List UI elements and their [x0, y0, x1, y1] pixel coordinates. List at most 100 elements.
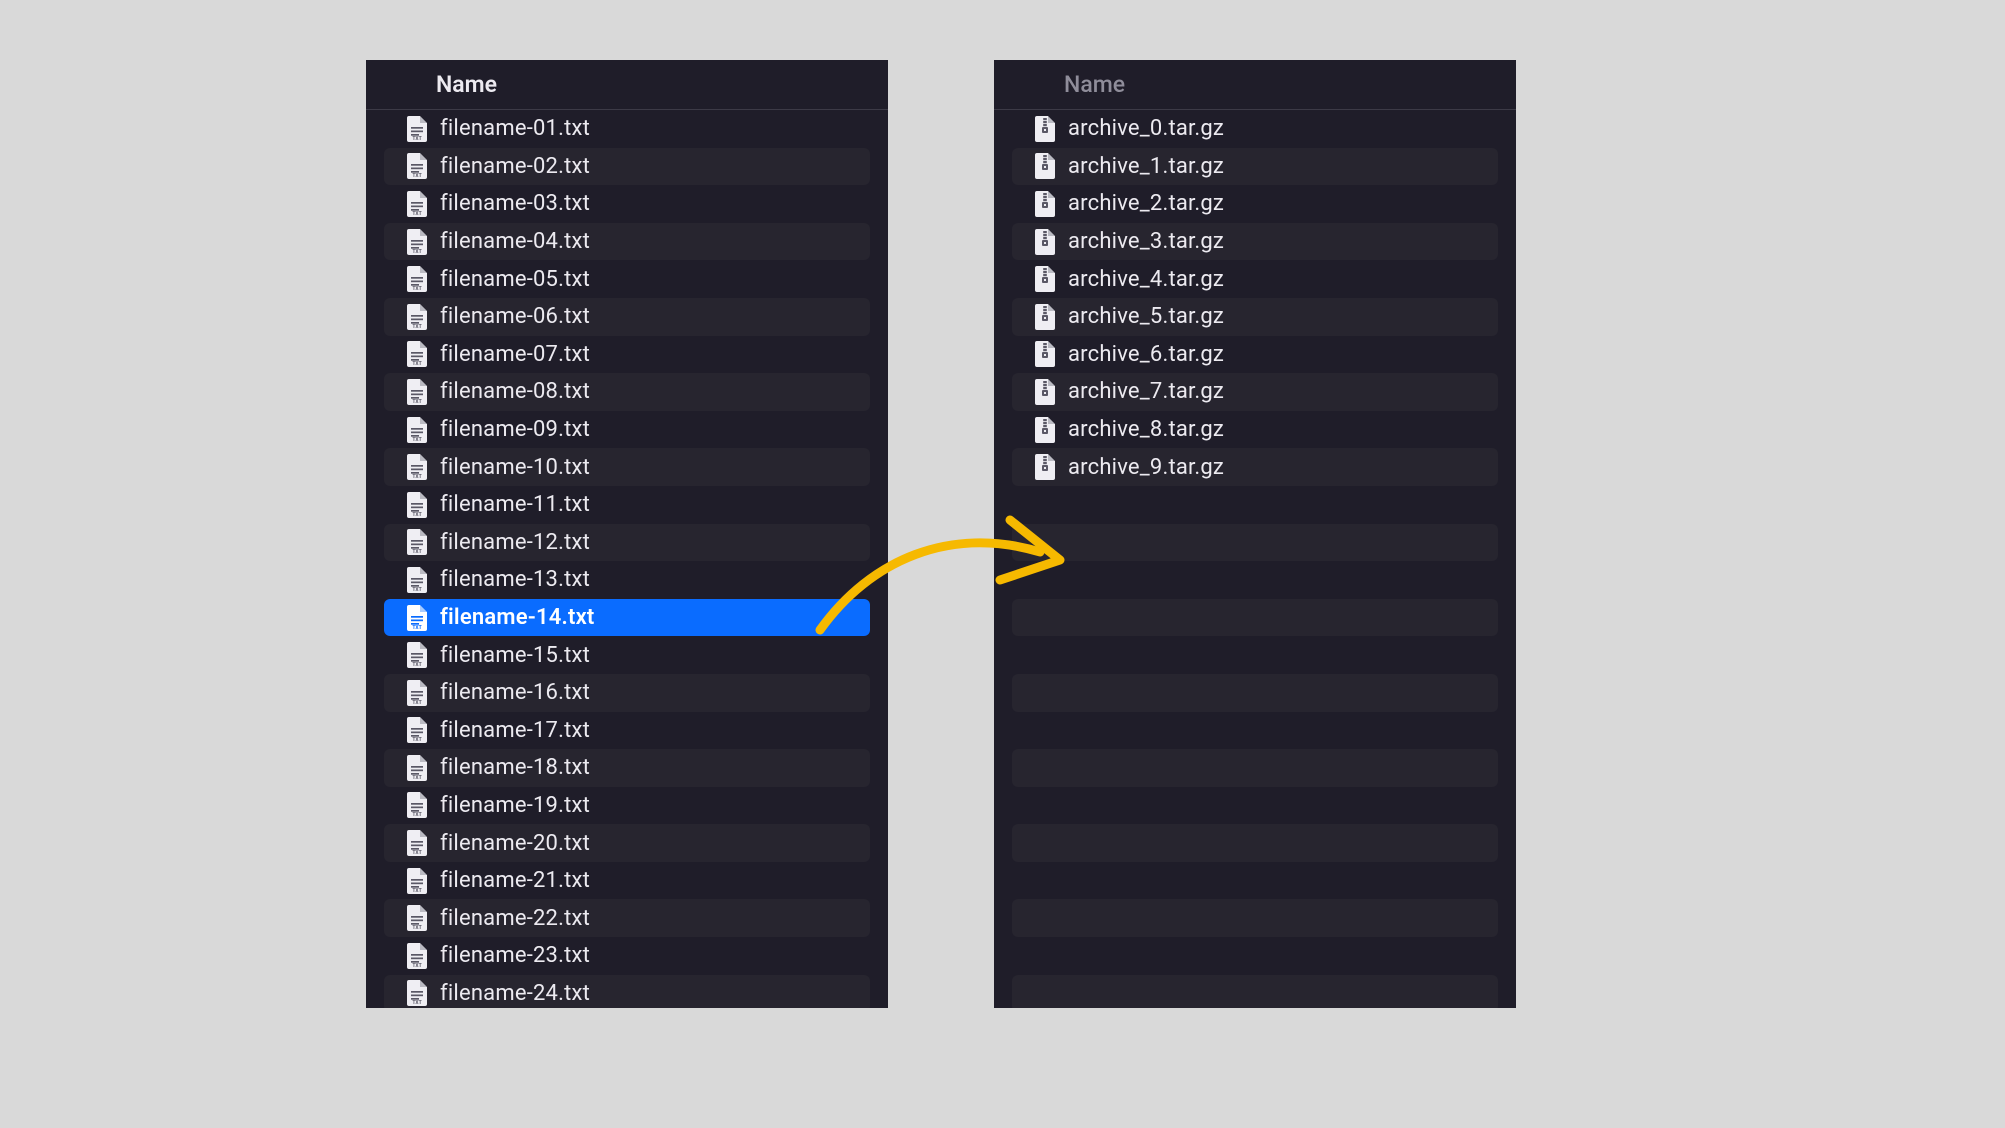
text-file-icon: TXT	[406, 528, 428, 556]
file-row[interactable]: TXT filename-13.txt	[366, 561, 888, 599]
file-list-left: TXT filename-01.txt TXT filename-02.txt …	[366, 110, 888, 1008]
file-list-right: archive_0.tar.gz archive_1.tar.gz archiv…	[994, 110, 1516, 1008]
file-row[interactable]: TXT filename-04.txt	[384, 223, 870, 261]
svg-text:TXT: TXT	[412, 925, 421, 931]
file-name: filename-22.txt	[440, 906, 590, 931]
empty-row	[1012, 824, 1498, 862]
file-row[interactable]: archive_6.tar.gz	[994, 336, 1516, 374]
text-file-icon: TXT	[406, 115, 428, 143]
empty-row	[994, 712, 1516, 750]
file-name: archive_3.tar.gz	[1068, 229, 1224, 254]
text-file-icon: TXT	[406, 641, 428, 669]
file-name: filename-10.txt	[440, 455, 590, 480]
file-row[interactable]: TXT filename-19.txt	[366, 787, 888, 825]
file-row[interactable]: TXT filename-11.txt	[366, 486, 888, 524]
file-name: filename-15.txt	[440, 643, 590, 668]
file-row[interactable]: TXT filename-06.txt	[384, 298, 870, 336]
text-file-icon: TXT	[406, 679, 428, 707]
file-row[interactable]: TXT filename-21.txt	[366, 862, 888, 900]
column-header-name[interactable]: Name	[994, 60, 1516, 110]
file-name: filename-23.txt	[440, 943, 590, 968]
text-file-icon: TXT	[406, 152, 428, 180]
empty-row	[1012, 524, 1498, 562]
file-row[interactable]: TXT filename-10.txt	[384, 448, 870, 486]
svg-text:TXT: TXT	[412, 963, 421, 969]
file-row[interactable]: TXT filename-12.txt	[384, 524, 870, 562]
file-name: filename-19.txt	[440, 793, 590, 818]
archive-file-icon	[1034, 303, 1056, 331]
text-file-icon: TXT	[406, 228, 428, 256]
text-file-icon: TXT	[406, 604, 428, 632]
text-file-icon: TXT	[406, 979, 428, 1007]
file-row[interactable]: archive_5.tar.gz	[1012, 298, 1498, 336]
file-row[interactable]: archive_2.tar.gz	[994, 185, 1516, 223]
file-row[interactable]: TXT filename-09.txt	[366, 411, 888, 449]
file-name: filename-04.txt	[440, 229, 590, 254]
file-row[interactable]: TXT filename-24.txt	[384, 975, 870, 1008]
file-row[interactable]: TXT filename-05.txt	[366, 260, 888, 298]
file-row[interactable]: TXT filename-03.txt	[366, 185, 888, 223]
svg-text:TXT: TXT	[412, 812, 421, 818]
file-name: archive_4.tar.gz	[1068, 267, 1224, 292]
empty-row	[1012, 975, 1498, 1008]
svg-text:TXT: TXT	[412, 737, 421, 743]
empty-row	[994, 937, 1516, 975]
svg-text:TXT: TXT	[412, 399, 421, 405]
svg-text:TXT: TXT	[412, 587, 421, 593]
file-row[interactable]: archive_0.tar.gz	[994, 110, 1516, 148]
archive-file-icon	[1034, 416, 1056, 444]
text-file-icon: TXT	[406, 190, 428, 218]
svg-text:TXT: TXT	[412, 512, 421, 518]
svg-text:TXT: TXT	[412, 136, 421, 142]
file-name: filename-06.txt	[440, 304, 590, 329]
file-row[interactable]: archive_1.tar.gz	[1012, 148, 1498, 186]
file-row[interactable]: archive_8.tar.gz	[994, 411, 1516, 449]
text-file-icon: TXT	[406, 904, 428, 932]
empty-row	[1012, 749, 1498, 787]
file-row[interactable]: TXT filename-07.txt	[366, 336, 888, 374]
file-name: filename-03.txt	[440, 191, 590, 216]
empty-row	[994, 561, 1516, 599]
file-name: archive_5.tar.gz	[1068, 304, 1224, 329]
file-name: filename-05.txt	[440, 267, 590, 292]
text-file-icon: TXT	[406, 416, 428, 444]
empty-row	[1012, 599, 1498, 637]
text-file-icon: TXT	[406, 942, 428, 970]
empty-row	[994, 862, 1516, 900]
svg-text:TXT: TXT	[412, 249, 421, 255]
file-name: archive_8.tar.gz	[1068, 417, 1224, 442]
file-name: archive_7.tar.gz	[1068, 379, 1224, 404]
text-file-icon: TXT	[406, 791, 428, 819]
file-row[interactable]: archive_7.tar.gz	[1012, 373, 1498, 411]
file-row[interactable]: TXT filename-17.txt	[366, 712, 888, 750]
archive-file-icon	[1034, 378, 1056, 406]
file-name: filename-24.txt	[440, 981, 590, 1006]
file-row[interactable]: TXT filename-01.txt	[366, 110, 888, 148]
svg-text:TXT: TXT	[412, 888, 421, 894]
file-name: filename-17.txt	[440, 718, 590, 743]
svg-text:TXT: TXT	[412, 850, 421, 856]
file-row[interactable]: TXT filename-02.txt	[384, 148, 870, 186]
file-row[interactable]: TXT filename-18.txt	[384, 749, 870, 787]
file-name: filename-02.txt	[440, 154, 590, 179]
svg-text:TXT: TXT	[412, 324, 421, 330]
empty-row	[994, 486, 1516, 524]
file-name: filename-12.txt	[440, 530, 590, 555]
file-row[interactable]: TXT filename-20.txt	[384, 824, 870, 862]
file-row[interactable]: TXT filename-15.txt	[366, 636, 888, 674]
file-row[interactable]: TXT filename-23.txt	[366, 937, 888, 975]
file-row[interactable]: TXT filename-16.txt	[384, 674, 870, 712]
file-row[interactable]: archive_3.tar.gz	[1012, 223, 1498, 261]
svg-text:TXT: TXT	[412, 286, 421, 292]
text-file-icon: TXT	[406, 491, 428, 519]
svg-text:TXT: TXT	[412, 549, 421, 555]
empty-row	[1012, 674, 1498, 712]
file-row[interactable]: archive_9.tar.gz	[1012, 448, 1498, 486]
file-row[interactable]: TXT filename-22.txt	[384, 899, 870, 937]
text-file-icon: TXT	[406, 303, 428, 331]
column-header-name[interactable]: Name	[366, 60, 888, 110]
file-row[interactable]: TXT filename-08.txt	[384, 373, 870, 411]
file-row[interactable]: archive_4.tar.gz	[994, 260, 1516, 298]
svg-text:TXT: TXT	[412, 173, 421, 179]
file-row[interactable]: TXT filename-14.txt	[384, 599, 870, 637]
